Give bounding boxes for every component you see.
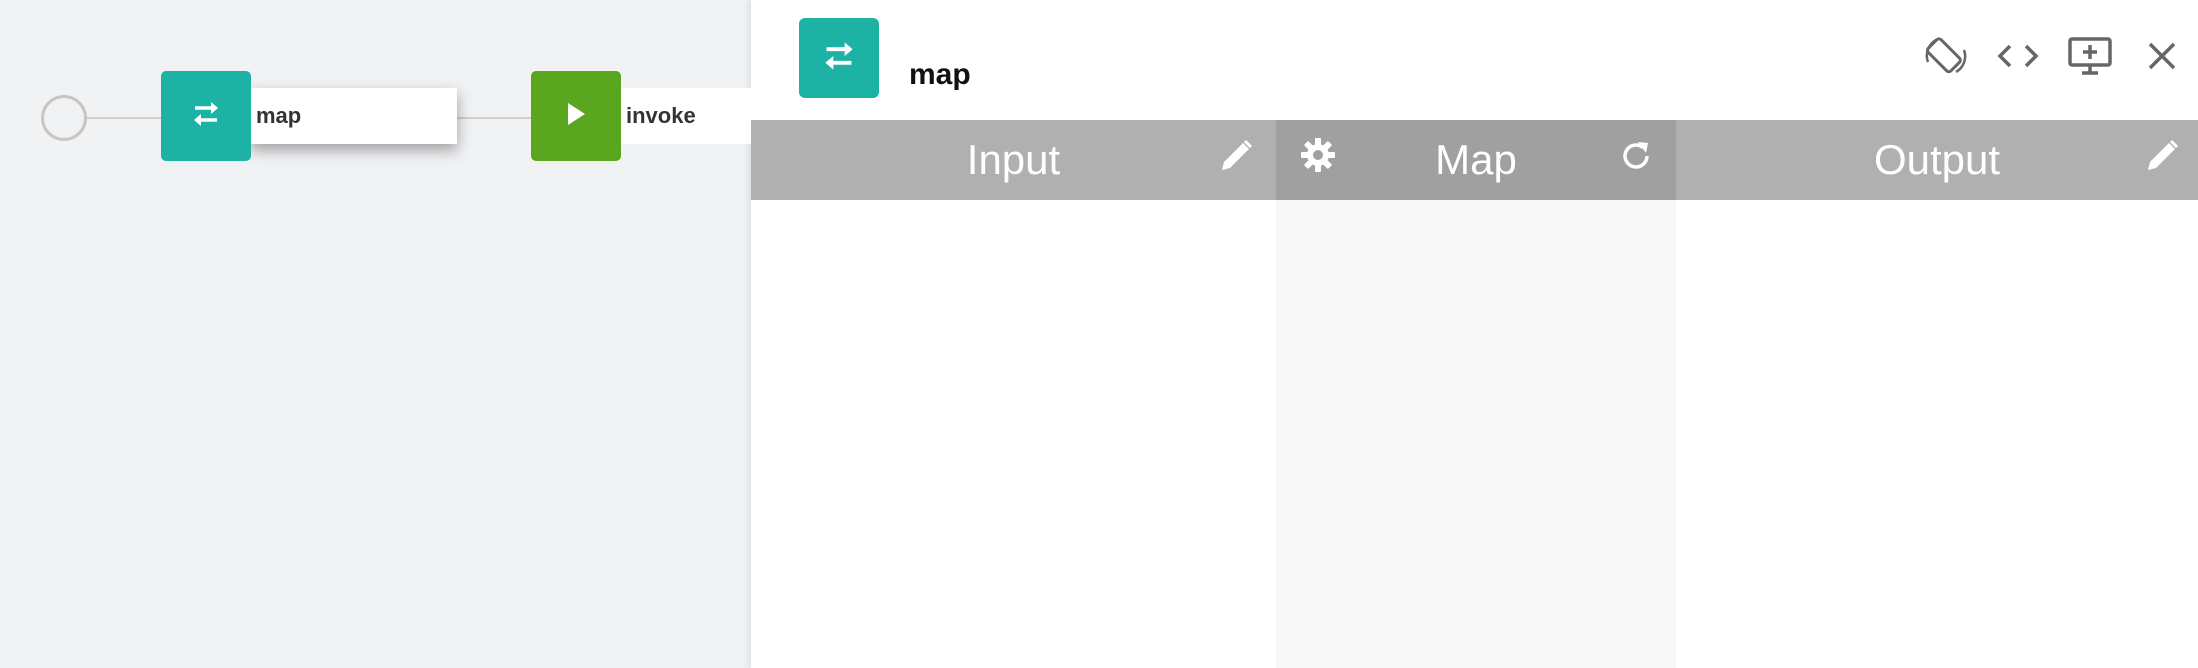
play-icon [563, 101, 589, 132]
start-node[interactable] [41, 95, 87, 141]
refresh-icon [1618, 136, 1654, 184]
input-column-body[interactable] [751, 200, 1276, 668]
output-column-title: Output [1873, 136, 2001, 183]
add-display-icon [2067, 36, 2113, 81]
panel-actions [1910, 32, 2198, 84]
close-panel-button[interactable] [2126, 32, 2198, 84]
map-node-label: map [256, 103, 302, 128]
map-settings-button[interactable] [1298, 138, 1338, 180]
input-column-title: Input [966, 136, 1061, 183]
invoke-node[interactable]: invoke [620, 88, 751, 144]
connector-line [87, 117, 162, 119]
mapping-columns: Input Map Output [751, 120, 2198, 668]
pencil-icon [1218, 136, 1254, 184]
map-column-header: Map [1276, 120, 1676, 200]
node-detail-panel: map Input Map Output [751, 0, 2198, 668]
invoke-node-label: invoke [626, 103, 696, 128]
connector-line [456, 117, 532, 119]
map-column: Map [1276, 120, 1676, 668]
panel-node-icon-tile [799, 18, 879, 98]
invoke-node-icon-tile[interactable] [531, 71, 621, 161]
flow-canvas[interactable]: map invoke [0, 0, 751, 668]
output-column-header: Output [1676, 120, 2198, 200]
pencil-icon [2144, 136, 2180, 184]
add-display-button[interactable] [2054, 32, 2126, 84]
map-node-icon-tile[interactable] [161, 71, 251, 161]
close-icon [2145, 39, 2179, 78]
swap-arrows-icon [189, 99, 223, 134]
panel-header: map [751, 0, 2198, 120]
panel-title: map [909, 58, 971, 91]
swap-arrows-icon [819, 39, 859, 78]
map-node[interactable]: map [250, 88, 457, 144]
code-icon [1996, 41, 2040, 76]
map-column-title: Map [1435, 136, 1517, 183]
gear-icon [1299, 136, 1337, 184]
input-column: Input [751, 120, 1276, 668]
output-column-body[interactable] [1676, 200, 2198, 668]
input-column-header: Input [751, 120, 1276, 200]
refresh-map-button[interactable] [1616, 140, 1656, 180]
view-code-button[interactable] [1982, 32, 2054, 84]
output-column: Output [1676, 120, 2198, 668]
rotate-screen-icon [1922, 32, 1970, 85]
edit-input-button[interactable] [1216, 139, 1256, 180]
edit-output-button[interactable] [2142, 139, 2182, 180]
map-column-body[interactable] [1276, 200, 1676, 668]
rotate-layout-button[interactable] [1910, 32, 1982, 84]
